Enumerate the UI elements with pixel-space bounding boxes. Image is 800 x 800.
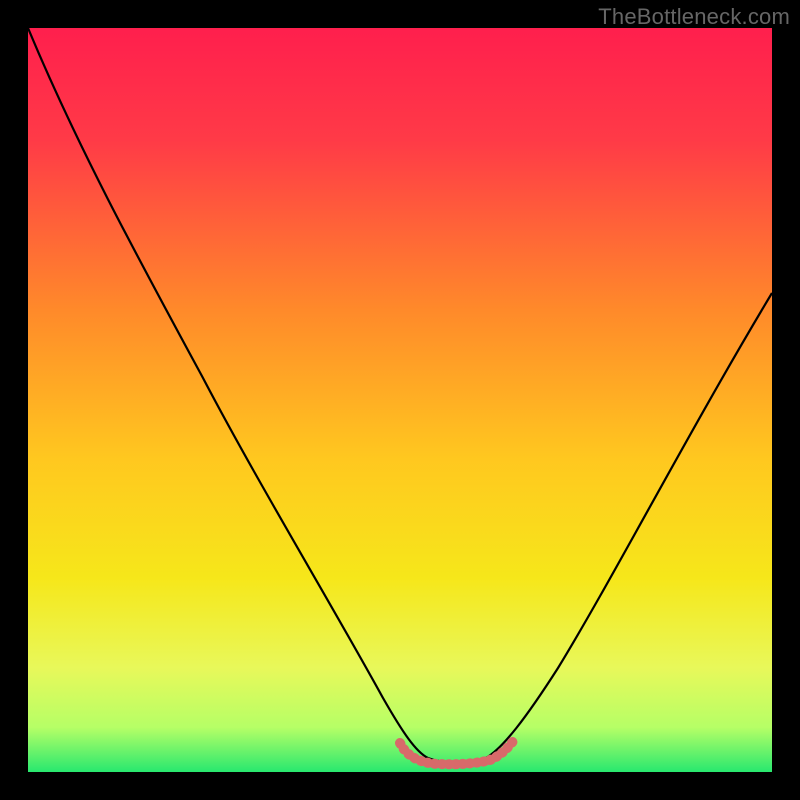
- chart-overlay: [28, 28, 772, 772]
- bottleneck-curve-left: [28, 28, 428, 758]
- watermark-text: TheBottleneck.com: [598, 4, 790, 30]
- optimal-band-marker: [400, 740, 514, 764]
- bottleneck-curve-right: [486, 293, 772, 758]
- chart-area: [28, 28, 772, 772]
